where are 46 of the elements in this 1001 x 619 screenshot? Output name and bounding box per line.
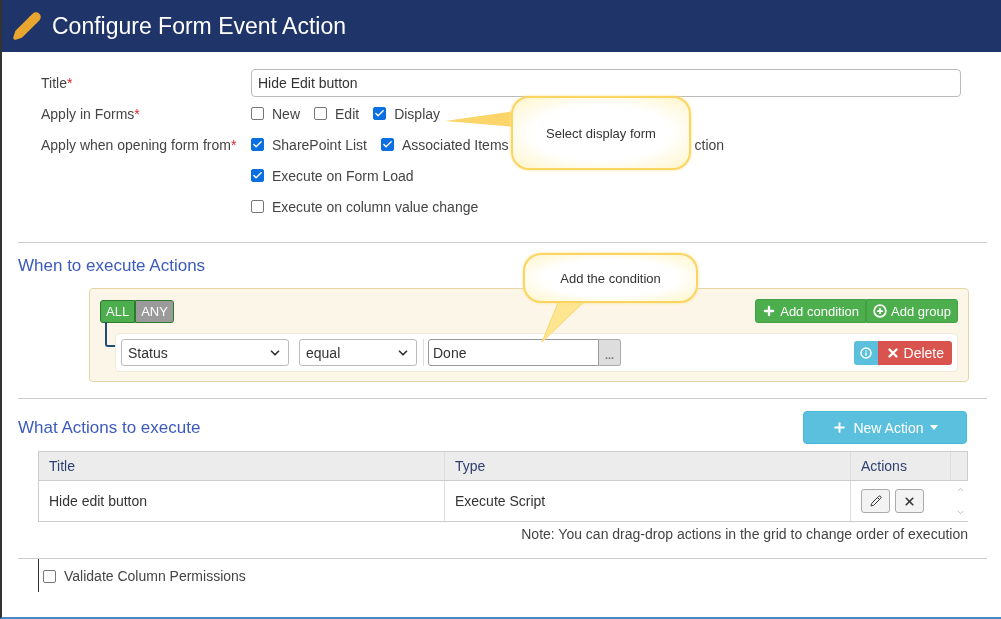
table-cell: Hide edit button [39,481,445,521]
check-icon [381,139,393,150]
x-icon [903,494,916,508]
checkbox[interactable]: Execute on column value change [251,198,479,215]
checkbox[interactable]: Display [373,105,441,122]
callout-bubble: Select display form [511,96,691,170]
info-button[interactable] [853,340,878,365]
table-cell: Execute Script [445,481,851,521]
pencil-icon [869,495,882,507]
field-select[interactable]: Status [121,339,289,366]
checkbox[interactable]: Associated Items [380,136,509,153]
column-header: Actions [851,452,951,480]
check-icon [374,108,386,119]
field-label: Title* [40,74,74,91]
section-heading: What Actions to execute [17,417,201,438]
edit-button[interactable] [861,489,890,513]
plus-icon [762,304,777,318]
circle-plus-icon [873,304,887,318]
checkbox[interactable]: New [251,105,300,122]
checkbox[interactable]: SharePoint List [251,136,367,153]
checkbox[interactable]: Execute on Form Load [251,167,414,184]
x-icon [885,345,900,360]
scroll-down-icon[interactable] [955,508,965,517]
value-input[interactable]: Done [428,339,599,366]
section-heading: When to execute Actions [17,256,206,276]
scroll-up-icon[interactable] [955,485,965,494]
pencil-icon [12,11,42,41]
check-icon [252,139,263,150]
check-icon [252,170,263,181]
checkbox[interactable]: Validate Column Permissions [43,568,987,584]
caret-icon [929,425,938,430]
remove-button[interactable] [895,489,924,513]
delete-button[interactable]: Delete [877,340,952,365]
field-label: Apply when opening form from* [40,136,238,153]
option-label: ction [694,136,725,153]
column-header: Type [445,452,851,480]
operator-select[interactable]: equal [299,339,417,366]
info-icon [859,345,872,360]
column-header: Title [39,452,445,480]
field-label: Apply in Forms* [40,105,141,122]
checkbox[interactable]: Edit [314,105,360,122]
plus-icon [832,420,848,435]
note-text: Note: You can drag-drop actions in the grid to change order of execution [520,526,968,542]
window-title: Configure Form Event Action [52,12,347,40]
title-input[interactable]: Hide Edit button [251,68,961,97]
callout-bubble: Add the condition [523,253,698,303]
